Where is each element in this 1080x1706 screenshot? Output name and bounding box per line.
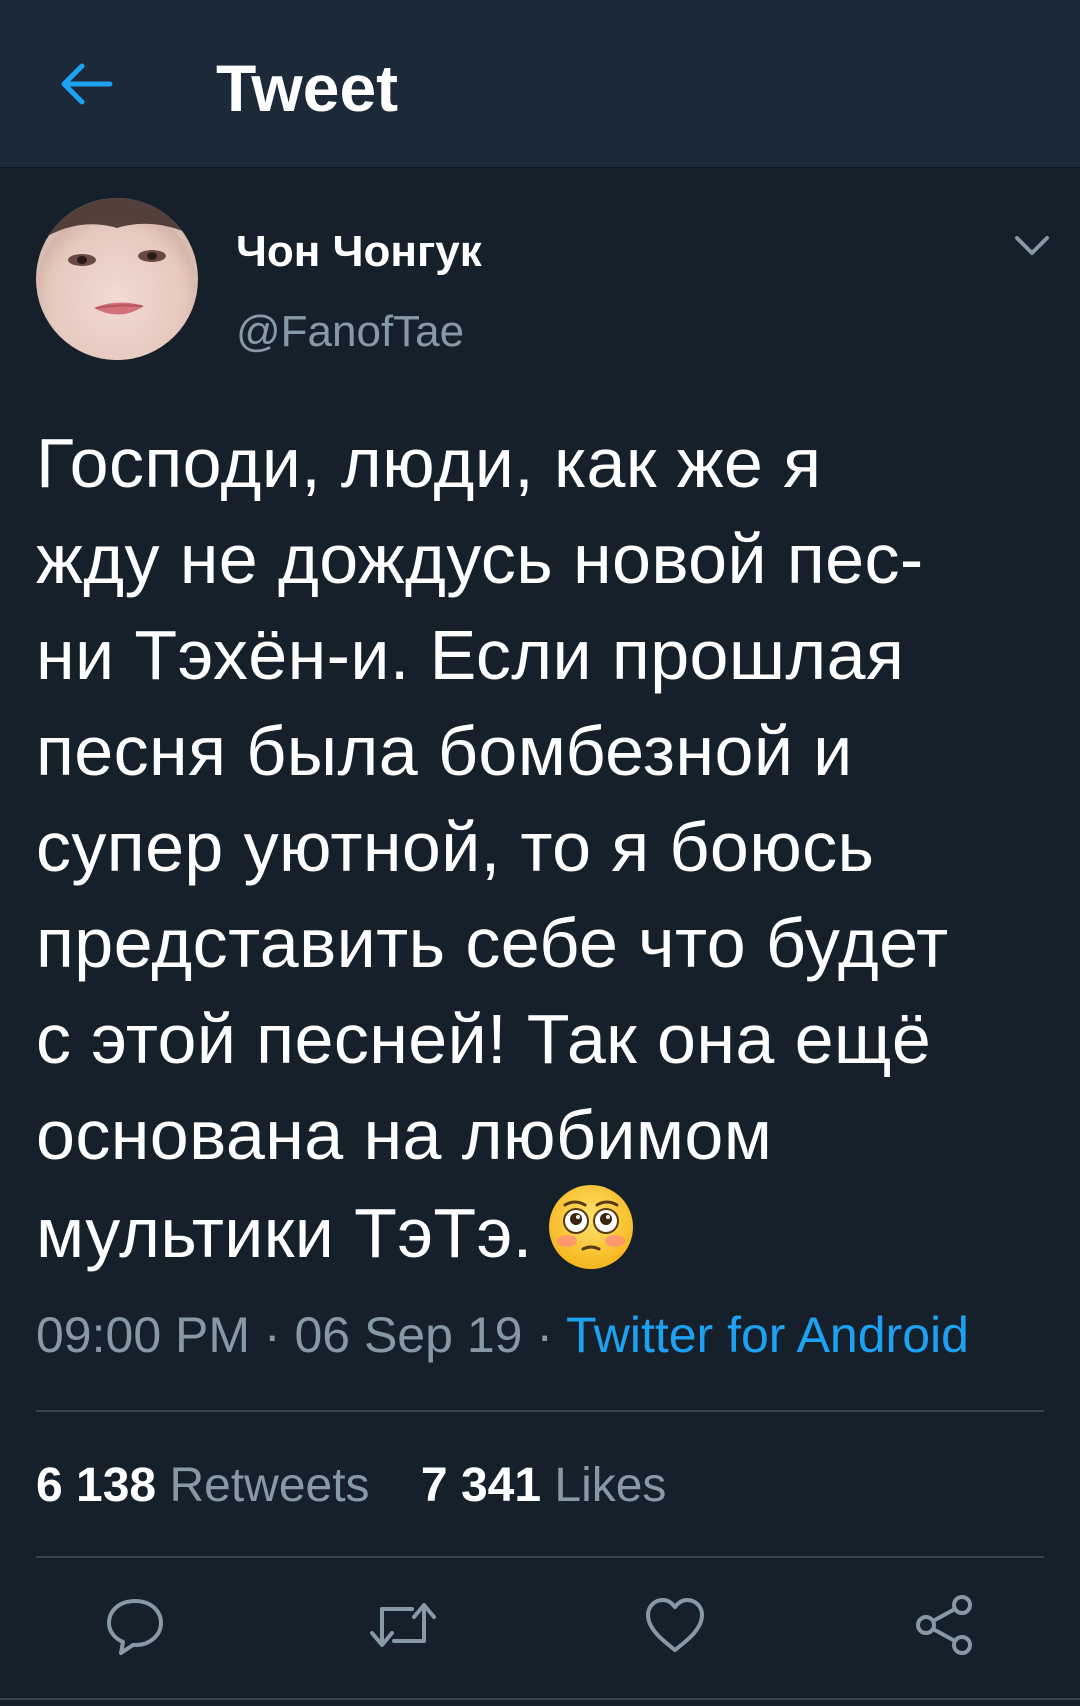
tweet-text-line: жду не дождусь новой пес- (36, 520, 924, 598)
tweet-action-bar (0, 1590, 1080, 1660)
share-icon (916, 1595, 972, 1655)
tweet-menu-button[interactable] (1010, 226, 1054, 266)
author-display-name[interactable]: Чон Чонгук (236, 226, 482, 278)
divider (36, 1410, 1044, 1412)
tweet-text-line: основана на любимом (36, 1096, 773, 1174)
divider (36, 1556, 1044, 1558)
retweets-count: 6 138 (36, 1459, 157, 1512)
meta-separator: · (522, 1307, 566, 1363)
tweet-text-line: ни Тэхён-и. Если прошлая (36, 616, 905, 694)
retweets-stat[interactable]: 6 138 Retweets (36, 1456, 370, 1516)
author-handle[interactable]: @FanofTae (236, 306, 464, 358)
top-app-bar: Tweet (0, 0, 1080, 168)
like-button[interactable] (640, 1590, 710, 1660)
tweet-text-line: с этой песней! Так она ещё (36, 1000, 932, 1078)
flushed-face-icon (548, 1185, 633, 1269)
tweet-text-last-line: мультики ТэТэ. (36, 1183, 1046, 1279)
chevron-down-icon (1015, 236, 1049, 255)
retweet-icon (370, 1603, 436, 1647)
avatar[interactable] (36, 198, 198, 360)
retweet-button[interactable] (368, 1590, 438, 1660)
meta-separator: · (250, 1307, 295, 1363)
tweet-text: Господи, люди, как же я жду не дождусь н… (36, 415, 1046, 1279)
reply-icon (107, 1599, 163, 1655)
avatar-image (36, 198, 198, 360)
arrow-left-icon (61, 63, 113, 105)
back-button[interactable] (48, 46, 124, 122)
likes-stat[interactable]: 7 341 Likes (421, 1456, 667, 1516)
tweet-time: 09:00 PM (36, 1307, 251, 1363)
likes-label: Likes (554, 1459, 667, 1512)
tweet-text-line: мультики ТэТэ. (36, 1194, 533, 1272)
reply-button[interactable] (100, 1590, 170, 1660)
share-button[interactable] (910, 1590, 980, 1660)
like-icon (646, 1598, 704, 1652)
page-title: Tweet (216, 51, 399, 125)
divider (0, 1698, 1080, 1700)
tweet-date: 06 Sep 19 (294, 1307, 523, 1363)
tweet-stats: 6 138 Retweets 7 341 Likes (36, 1456, 666, 1516)
tweet-meta: 09:00 PM · 06 Sep 19 · Twitter for Andro… (36, 1305, 969, 1365)
tweet-text-line: представить себе что будет (36, 904, 949, 982)
retweets-label: Retweets (169, 1459, 370, 1512)
tweet-text-line: песня была бомбезной и (36, 712, 853, 790)
likes-count: 7 341 (420, 1459, 542, 1512)
tweet-source-link[interactable]: Twitter for Android (566, 1307, 969, 1363)
tweet-text-line: Господи, люди, как же я (36, 424, 822, 502)
tweet-text-line: супер уютной, то я боюсь (36, 808, 875, 886)
